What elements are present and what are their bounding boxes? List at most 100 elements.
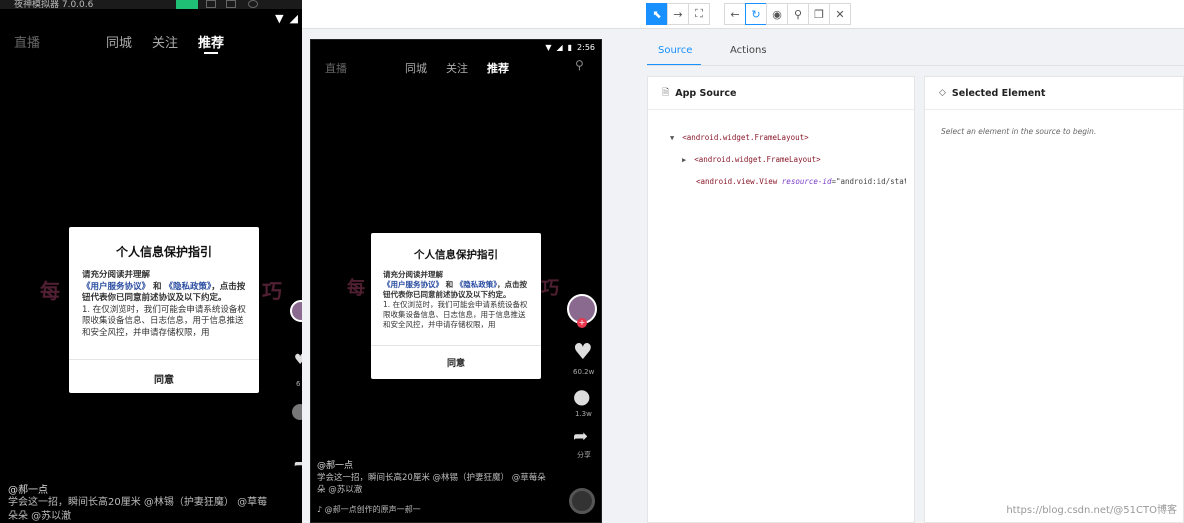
select-element-button[interactable]: ⬉ xyxy=(646,3,668,25)
device-top-nav: 直播 同城 关注 推荐 ⚲ xyxy=(311,58,601,76)
tab-recommend[interactable]: 推荐 xyxy=(487,60,509,76)
crosshair-icon: ⛶ xyxy=(695,7,703,20)
tag-icon: ◇ xyxy=(939,88,946,98)
file-icon: 🗎 xyxy=(662,88,670,98)
dialog-divider xyxy=(371,345,541,346)
live-logo[interactable]: 直播 xyxy=(325,60,347,76)
device-screenshot[interactable]: ▼ ◢ ▮ 2:56 直播 同城 关注 推荐 ⚲ 🐮 每 巧 + ♥ 60.2w… xyxy=(310,39,602,523)
settings-icon[interactable] xyxy=(248,0,258,8)
search-icon[interactable]: ⚲ xyxy=(575,58,584,72)
dialog-intro: 请充分阅读并理解 xyxy=(82,270,151,280)
device-status-bar: ▼ ◢ ▮ 2:56 xyxy=(545,43,595,52)
tab-indicator xyxy=(204,52,218,54)
dialog-intro: 请充分阅读并理解 xyxy=(383,270,443,279)
watermark: https://blog.csdn.net/@51CTO博客 xyxy=(1006,505,1177,516)
and-text: 和 xyxy=(443,280,456,289)
emulator-titlebar: 夜神模拟器 7.0.0.6 xyxy=(0,0,302,10)
tab-source[interactable]: Source xyxy=(658,45,692,56)
tree-node-tag: <android.widget.FrameLayout> xyxy=(694,155,821,164)
tree-node-value: "android:id/statusBarBac xyxy=(835,177,906,186)
tab-recommend[interactable]: 推荐 xyxy=(198,32,224,51)
video-banner-right: 巧 xyxy=(541,278,559,299)
tree-node-root[interactable]: ▼ <android.widget.FrameLayout> xyxy=(670,133,809,142)
clock: 2:56 xyxy=(577,43,595,52)
top-nav: 直播 同城 关注 推荐 xyxy=(0,32,302,54)
copy-xml-button[interactable]: ❐ xyxy=(808,3,830,25)
minimize-icon[interactable] xyxy=(206,0,216,8)
agree-button[interactable]: 同意 xyxy=(371,356,541,369)
dialog-terms: 《用户服务协议》 和 《隐私政策》，点击按钮代表你已同意前述协议及以下约定。 xyxy=(82,282,247,305)
pointer-icon: ⬉ xyxy=(652,7,662,21)
app-source-title: App Source xyxy=(675,87,737,99)
emulator-toolbar-icon[interactable] xyxy=(176,0,198,9)
cow-sticker-icon: 🐮 xyxy=(26,228,48,249)
quit-session-button[interactable]: ✕ xyxy=(829,3,851,25)
app-source-header: 🗎 App Source xyxy=(648,77,914,110)
toggle-attributes-button[interactable]: ◉ xyxy=(766,3,788,25)
arrow-right-icon: → xyxy=(673,7,683,21)
wifi-icon: ▼ xyxy=(275,12,284,25)
live-logo[interactable]: 直播 xyxy=(14,32,40,51)
tree-node-child[interactable]: ▶ <android.widget.FrameLayout> xyxy=(682,155,821,164)
author-avatar[interactable] xyxy=(290,300,302,322)
dialog-divider xyxy=(69,359,259,360)
dialog-point-1: 1. 在仅浏览时，我们可能会申请系统设备权限收集设备信息、日志信息，用于信息推送… xyxy=(383,300,528,329)
close-icon: ✕ xyxy=(835,7,845,21)
privacy-policy-link[interactable]: 《隐私政策》 xyxy=(456,280,497,289)
tree-node-attr: resource-id xyxy=(781,177,832,186)
signal-icon: ◢ xyxy=(289,12,298,25)
music-info[interactable]: ♪ @郝一点创作的原声一郝一 xyxy=(317,503,421,517)
video-author[interactable]: @郝一点 xyxy=(8,481,48,496)
comment-icon[interactable] xyxy=(292,404,302,420)
like-icon[interactable]: ♥ xyxy=(573,340,593,365)
tap-coordinates-button[interactable]: ⛶ xyxy=(688,3,710,25)
app-source-panel: 🗎 App Source ▼ <android.widget.FrameLayou… xyxy=(647,76,915,523)
music-disc-icon[interactable] xyxy=(569,488,595,514)
caret-down-icon[interactable]: ▼ xyxy=(670,134,674,142)
battery-icon: ▮ xyxy=(567,43,573,52)
user-agreement-link[interactable]: 《用户服务协议》 xyxy=(82,282,150,292)
wifi-icon: ▼ xyxy=(545,43,552,52)
tree-node-tag: <android.view.View xyxy=(696,177,778,186)
video-author[interactable]: @郝一点 xyxy=(317,458,353,471)
refresh-button[interactable]: ↻ xyxy=(745,3,767,25)
tab-follow[interactable]: 关注 xyxy=(446,60,468,76)
like-count: 6 xyxy=(296,380,301,388)
swipe-button[interactable]: → xyxy=(667,3,689,25)
share-label: 分享 xyxy=(577,451,591,459)
dialog-title: 个人信息保护指引 xyxy=(115,245,212,259)
refresh-icon: ↻ xyxy=(751,7,761,21)
selected-element-panel: ◇ Selected Element Select an element in … xyxy=(924,76,1184,523)
restore-icon[interactable] xyxy=(226,0,236,8)
video-banner-right: 巧 xyxy=(262,279,282,303)
tab-actions[interactable]: Actions xyxy=(730,45,767,56)
agree-button[interactable]: 同意 xyxy=(69,371,259,386)
cow-sticker-icon: 🐮 xyxy=(335,233,354,252)
video-banner-left: 每 xyxy=(347,278,365,299)
privacy-dialog: 个人信息保护指引 请充分阅读并理解 《用户服务协议》 和 《隐私政策》，点击按钮… xyxy=(69,227,259,393)
share-icon[interactable]: ➦ xyxy=(294,456,302,472)
follow-plus-icon[interactable]: + xyxy=(577,318,587,328)
dialog-point-1: 1. 在仅浏览时，我们可能会申请系统设备权限收集设备信息、日志信息，用于信息推送… xyxy=(82,304,246,338)
selected-element-title: Selected Element xyxy=(951,87,1046,99)
tabs-divider xyxy=(647,65,1184,66)
user-agreement-link[interactable]: 《用户服务协议》 xyxy=(383,280,443,289)
inspector-toolbar: ⬉ → ⛶ ← ↻ ◉ ⚲ ❐ ✕ xyxy=(302,0,1184,29)
tab-follow[interactable]: 关注 xyxy=(152,32,178,51)
privacy-policy-link[interactable]: 《隐私政策》 xyxy=(164,282,211,292)
tab-local[interactable]: 同城 xyxy=(405,60,427,76)
comment-count: 1.3w xyxy=(575,410,592,418)
comment-icon[interactable]: ● xyxy=(573,384,590,408)
dialog-fade xyxy=(69,343,259,353)
like-count: 60.2w xyxy=(573,368,595,376)
share-icon[interactable]: ➦ xyxy=(573,426,588,447)
tree-node-tag: <android.widget.FrameLayout> xyxy=(682,133,809,142)
search-button[interactable]: ⚲ xyxy=(787,3,809,25)
like-icon[interactable]: ♥ xyxy=(294,352,302,368)
caret-right-icon[interactable]: ▶ xyxy=(682,156,686,164)
video-description: 学会这一招，瞬间长高20厘米 @林锡（护妻狂魔） @草莓朵朵 @苏以澈 xyxy=(8,497,268,522)
back-button[interactable]: ← xyxy=(724,3,746,25)
tree-node-statusbar[interactable]: <android.view.View resource-id="android:… xyxy=(696,177,906,186)
tab-local[interactable]: 同城 xyxy=(106,32,132,51)
video-banner-left: 每 xyxy=(40,279,60,303)
